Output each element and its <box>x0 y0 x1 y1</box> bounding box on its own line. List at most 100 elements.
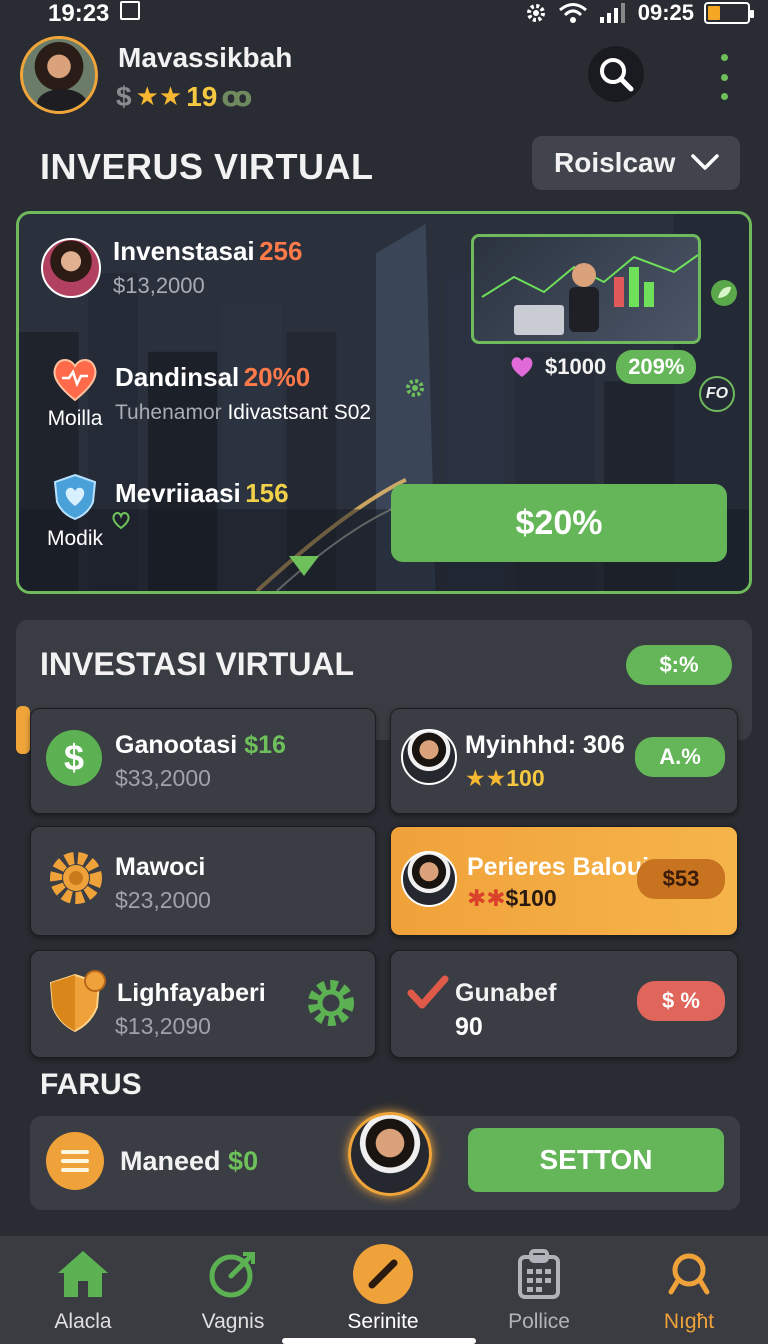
section-title: INVESTASI VIRTUAL <box>40 646 355 682</box>
setton-button[interactable]: SETTON <box>468 1128 724 1192</box>
status-clock: 09:25 <box>637 0 694 25</box>
hero-pic-stats: $1000 209% <box>509 350 697 384</box>
region-dropdown[interactable]: Roislcaw <box>532 136 740 190</box>
hero-pic-price: $1000 <box>545 354 607 379</box>
nav-label: Pollice <box>508 1310 570 1333</box>
hero-row-2-sub-b: Idivastsant S02 <box>227 401 372 424</box>
investor-avatar <box>401 851 457 907</box>
hero-row-3-accent: 156 <box>245 478 289 508</box>
star-icons: ★★ <box>135 81 183 111</box>
search-icon <box>668 1253 710 1295</box>
gear-icon <box>406 379 424 397</box>
card-title-text: Ganootasi <box>115 731 238 759</box>
home-indicator <box>282 1338 476 1344</box>
heart-icon <box>53 359 97 402</box>
page-title: INVERUS VIRTUAL <box>40 146 374 187</box>
invest-card-ganootasi[interactable]: $ Ganootasi $16 $33,2000 <box>30 708 376 814</box>
hero-row-2-accent: 20%0 <box>243 362 311 392</box>
heart-badge: Moilla <box>43 356 107 431</box>
svg-text:$: $ <box>64 737 84 778</box>
hero-row-2-sub-a: Tuhenamor <box>115 401 222 424</box>
star-icons: ✱✱ <box>467 885 506 911</box>
hero-cta-button[interactable]: $20% <box>391 484 727 562</box>
nav-label: Vagnis <box>201 1310 265 1333</box>
wifi-icon <box>558 3 587 23</box>
invest-card-gunabef[interactable]: Gunabef 90 $ % <box>390 950 738 1058</box>
star-icons: ★★ <box>465 765 507 791</box>
card-sub: 90 <box>455 1013 483 1041</box>
hero-row-2[interactable]: Dandinsal 20%0 Tuhenamor Idivastsant S02 <box>115 362 371 425</box>
hero-row-1[interactable]: Invenstasai 256 $13,2000 <box>41 236 302 299</box>
card-sub: $13,2090 <box>115 1013 211 1039</box>
card-rating: ✱✱$100 <box>467 885 557 912</box>
nav-item-pollice[interactable]: Pollice <box>474 1244 604 1334</box>
nav-label: Alacla <box>54 1310 112 1333</box>
gem-heart-icon <box>511 357 533 377</box>
profile-avatar[interactable] <box>20 36 98 114</box>
card-value: $100 <box>505 885 557 911</box>
shield-icon <box>49 970 106 1033</box>
hero-row-1-title: Invenstasai <box>113 236 255 266</box>
card-pill[interactable]: $53 <box>637 859 725 899</box>
menu-icon[interactable] <box>46 1132 104 1190</box>
card-sub: $23,2000 <box>115 887 211 913</box>
invest-card-perieres[interactable]: Perieres Baloui ✱✱$100 $53 <box>390 826 738 936</box>
fo-badge: FO <box>699 376 735 412</box>
farus-label-text: Maneed <box>120 1146 221 1176</box>
calendar-icon <box>518 1249 560 1299</box>
nav-label: Serinite <box>347 1310 419 1333</box>
dollar-coin-icon: $ <box>46 730 102 786</box>
shield-heart-icon <box>53 473 97 521</box>
target-icon <box>209 1252 255 1298</box>
hero-row-2-title: Dandinsal <box>115 362 240 392</box>
infinity-icon: ꝏ <box>221 81 253 112</box>
status-icons: 09:25 <box>524 0 754 26</box>
shield-badge: Modik <box>43 472 107 551</box>
hero-row-3-title: Mevriiaasi <box>115 478 241 508</box>
settings-gear-icon[interactable] <box>303 975 359 1031</box>
card-title: Mawoci <box>115 853 206 881</box>
card-title: Myinhhd: 306 <box>465 731 625 759</box>
card-pill[interactable]: A.% <box>635 737 725 777</box>
card-title: Gunabef <box>455 979 557 1007</box>
status-bar: 19:23 09:25 <box>0 0 768 28</box>
featured-avatar[interactable] <box>348 1112 432 1196</box>
nav-item-alacla[interactable]: Alacla <box>18 1244 148 1334</box>
user-stats: $ ★★ 19 ꝏ <box>116 80 252 113</box>
hero-row-3[interactable]: Mevriiaasi 156 <box>115 478 289 509</box>
signal-icon <box>599 3 625 23</box>
investor-avatar <box>41 237 101 298</box>
farus-label: Maneed $0 <box>120 1146 258 1177</box>
currency-symbol: $ <box>116 80 132 112</box>
down-arrow-icon <box>289 556 319 576</box>
invest-card-mawoci[interactable]: Mawoci $23,2000 <box>30 826 376 936</box>
dropdown-value: Roislcaw <box>554 147 676 178</box>
nav-item-serinite[interactable]: Serinite <box>318 1244 448 1334</box>
settings-icon <box>526 4 545 22</box>
gear-icon <box>50 852 102 904</box>
pen-icon <box>368 1259 398 1289</box>
search-button[interactable] <box>588 46 644 102</box>
investor-presentation-image <box>471 234 701 344</box>
hero-row-1-accent: 256 <box>259 236 303 266</box>
invest-card-myinhhd[interactable]: Myinhhd: 306 ★★100 A.% <box>390 708 738 814</box>
more-menu-icon[interactable] <box>716 54 732 100</box>
image-notification-icon <box>120 1 140 20</box>
card-rating: ★★100 <box>465 765 545 792</box>
section-filter-pill[interactable]: $:% <box>626 645 732 685</box>
small-heart-icon <box>112 511 130 530</box>
hero-card[interactable]: Invenstasai 256 $13,2000 Moilla Dandinsa… <box>16 211 752 594</box>
card-pill[interactable]: $ % <box>637 981 725 1021</box>
invest-card-lighfayaberi[interactable]: Lighfayaberi $13,2090 <box>30 950 376 1058</box>
hero-pic-badge: 209% <box>616 350 697 384</box>
farus-title: FARUS <box>40 1068 142 1101</box>
card-sub: $33,2000 <box>115 765 211 791</box>
nav-item-night[interactable]: Nıgħt <box>624 1244 754 1334</box>
checkmark-icon <box>407 975 449 1009</box>
hero-row-2-label: Moilla <box>47 407 103 430</box>
farus-accent: $0 <box>228 1146 259 1176</box>
card-title: Ganootasi $16 <box>115 731 286 760</box>
scroll-tab[interactable] <box>16 706 30 754</box>
leaf-icon <box>711 280 737 306</box>
nav-item-vagnis[interactable]: Vagnis <box>168 1244 298 1334</box>
